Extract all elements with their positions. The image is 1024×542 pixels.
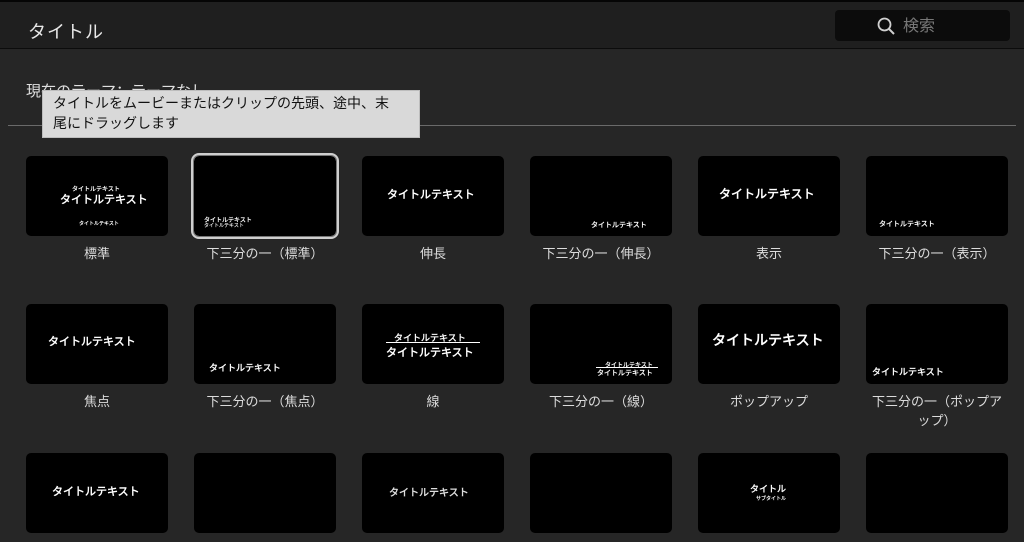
title-tile-standard[interactable]: タイトルテキスト タイトルテキスト タイトルテキスト 標準 [26, 156, 168, 264]
tile-label: 焦点 [83, 395, 110, 410]
preview-text: サブタイトル [756, 496, 787, 502]
title-preview [530, 453, 672, 533]
title-tile[interactable] [866, 453, 1008, 542]
title-preview: タイトルテキスト [26, 304, 168, 384]
title-preview: タイトルテキスト [698, 304, 840, 384]
preview-text: タイトルテキスト [389, 488, 469, 499]
preview-text: タイトルテキスト [79, 221, 119, 227]
preview-text: タイトルテキスト [712, 333, 824, 349]
title-tile-stretch[interactable]: タイトルテキスト 伸長 [362, 156, 504, 264]
tile-label: 線 [426, 395, 440, 410]
search-icon [877, 17, 895, 35]
title-preview: タイトルテキスト [866, 156, 1008, 236]
preview-text: タイトルテキスト [597, 369, 653, 377]
preview-line [386, 342, 480, 343]
tile-label: ポップアップ [729, 395, 808, 410]
title-tile-line[interactable]: タイトルテキスト タイトルテキスト 線 [362, 304, 504, 412]
preview-text: タイトルテキスト [879, 220, 935, 228]
tile-label: 下三分の一（伸長） [542, 247, 660, 262]
title-tile[interactable] [530, 453, 672, 542]
title-tile-lower-third-stretch[interactable]: タイトルテキスト 下三分の一（伸長） [530, 156, 672, 264]
title-tile-lower-third-reveal[interactable]: タイトルテキスト 下三分の一（表示） [866, 156, 1008, 264]
preview-text: タイトルテキスト [60, 193, 148, 206]
tile-label: 下三分の一（標準） [206, 247, 324, 262]
title-tile[interactable]: タイトルテキスト [362, 453, 504, 542]
tile-label: 伸長 [419, 247, 446, 262]
preview-text: タイトルテキスト [872, 368, 944, 378]
title-preview: タイトルテキスト [530, 156, 672, 236]
title-tile-reveal[interactable]: タイトルテキスト 表示 [698, 156, 840, 264]
title-preview: タイトルテキスト タイトルテキスト タイトルテキスト [26, 156, 168, 236]
preview-text: タイトルテキスト [719, 187, 815, 201]
preview-text: タイトルテキスト [209, 364, 281, 374]
tile-label: 下三分の一（ポップアップ） [871, 395, 1002, 429]
tile-label: 下三分の一（線） [548, 395, 653, 410]
title-tile-lower-third-standard[interactable]: タイトルテキスト タイトルテキスト 下三分の一（標準） [193, 155, 337, 264]
title-tile[interactable]: タイトル サブタイトル [698, 453, 840, 542]
title-tile-lower-third-popup[interactable]: タイトルテキスト 下三分の一（ポップアップ） [866, 304, 1008, 431]
title-preview: タイトルテキスト [698, 156, 840, 236]
preview-text: タイトルテキスト [204, 223, 244, 229]
tile-label: 下三分の一（表示） [878, 247, 996, 262]
preview-text: タイトルテキスト [387, 188, 475, 201]
preview-text: タイトルテキスト [386, 346, 474, 359]
tooltip-line: 尾にドラッグします [53, 116, 179, 132]
title-tile[interactable]: タイトルテキスト [26, 453, 168, 542]
preview-text: タイトル [750, 485, 787, 495]
preview-text: タイトルテキスト [591, 221, 647, 229]
title-preview: タイトル サブタイトル [698, 453, 840, 533]
preview-text: タイトルテキスト [48, 335, 136, 348]
tile-label: 下三分の一（焦点） [206, 395, 324, 410]
title-preview [194, 453, 336, 533]
preview-text: タイトルテキスト [52, 485, 140, 498]
title-preview: タイトルテキスト [362, 453, 504, 533]
title-preview: タイトルテキスト タイトルテキスト [530, 304, 672, 384]
drag-hint-tooltip: タイトルをムービーまたはクリップの先頭、途中、末 尾にドラッグします [42, 90, 420, 138]
title-preview [866, 453, 1008, 533]
title-tile-popup[interactable]: タイトルテキスト ポップアップ [698, 304, 840, 412]
search-field[interactable] [835, 10, 1010, 41]
title-tile[interactable] [194, 453, 336, 542]
title-preview: タイトルテキスト [194, 304, 336, 384]
tile-label: 標準 [83, 247, 110, 262]
tooltip-line: タイトルをムービーまたはクリップの先頭、途中、末 [53, 96, 389, 112]
title-preview: タイトルテキスト タイトルテキスト [193, 155, 337, 237]
title-tile-lower-third-line[interactable]: タイトルテキスト タイトルテキスト 下三分の一（線） [530, 304, 672, 412]
title-preview: タイトルテキスト [362, 156, 504, 236]
title-preview: タイトルテキスト タイトルテキスト [362, 304, 504, 384]
title-tile-lower-third-focus[interactable]: タイトルテキスト 下三分の一（焦点） [194, 304, 336, 412]
tile-label: 表示 [755, 247, 782, 262]
title-preview: タイトルテキスト [26, 453, 168, 533]
header-bar: タイトル [0, 0, 1024, 49]
page-title: タイトル [28, 22, 104, 43]
title-preview: タイトルテキスト [866, 304, 1008, 384]
search-input[interactable] [903, 14, 1003, 36]
title-tile-focus[interactable]: タイトルテキスト 焦点 [26, 304, 168, 412]
